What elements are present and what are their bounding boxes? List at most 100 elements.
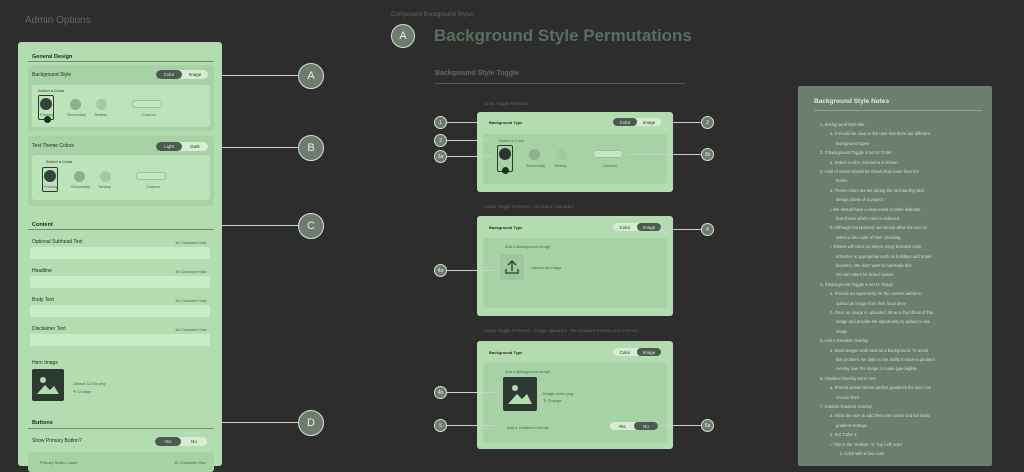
image-no-upload-card: Background Type Color Image Add a Backgr…: [477, 216, 673, 316]
bg-type-toggle[interactable]: Color Image: [613, 223, 661, 231]
text-theme-light-option[interactable]: Light: [156, 142, 182, 151]
change-link[interactable]: ✎ Change: [543, 398, 561, 403]
connector-line: [447, 392, 497, 393]
connector-line: [447, 140, 487, 141]
image-icon: [508, 385, 532, 404]
callout-3: 3: [434, 134, 447, 147]
color-option[interactable]: Color: [613, 118, 637, 126]
note-line: a. It should be clear to the user that t…: [830, 131, 930, 137]
select-color-label: Select a Color: [38, 88, 65, 93]
card-title: Background Type: [489, 225, 523, 230]
change-label: Change: [77, 389, 92, 394]
primary-swatch[interactable]: [44, 170, 56, 182]
marker-d: D: [298, 410, 324, 436]
yes-option[interactable]: Yes: [610, 422, 634, 430]
tertiary-swatch[interactable]: [100, 171, 111, 182]
note-line: image and provide the opportunity to upl…: [836, 319, 931, 325]
yes-option[interactable]: Yes: [155, 437, 181, 446]
secondary-swatch[interactable]: [529, 149, 540, 160]
image-option[interactable]: Image: [637, 348, 661, 356]
page-title: Background Style Permutations: [434, 26, 692, 45]
divider: [814, 110, 982, 111]
divider: [435, 83, 685, 84]
tertiary-swatch[interactable]: [556, 149, 567, 160]
note-line: 4. If Background Toggle is set to 'Image…: [820, 281, 894, 287]
bg-style-toggle[interactable]: Color Image: [156, 70, 208, 79]
connector-line: [447, 425, 497, 426]
no-option[interactable]: No: [181, 437, 207, 446]
char-count: 16 Character Max: [175, 298, 207, 303]
image-option[interactable]: Image: [637, 118, 661, 126]
image-option[interactable]: Image: [637, 223, 661, 231]
note-line: that shows which color is selected: [836, 216, 900, 221]
note-line: a. These colors are set during the on bo…: [830, 187, 924, 193]
char-count: 16 Character Max: [175, 240, 207, 245]
primary-button-card: Primary Button Label 16 Character Max: [28, 452, 214, 472]
select-color-label: Select a Color: [46, 159, 73, 164]
bg-style-image-option[interactable]: Image: [182, 70, 208, 79]
image-thumbnail[interactable]: [503, 377, 537, 411]
note-line: 7. Custom Gradient Overlay: [820, 404, 872, 409]
text-theme-toggle[interactable]: Light Dark: [156, 142, 208, 151]
custom-hex-input[interactable]: [136, 172, 166, 180]
add-bg-label: Add a Background Image: [505, 244, 551, 249]
add-gradient-label: Add a Gradient Overlay: [507, 425, 549, 430]
primary-button-label: Primary Button Label: [40, 460, 78, 465]
body-text-input[interactable]: [30, 305, 210, 317]
headline-input[interactable]: [30, 276, 210, 288]
no-option[interactable]: No: [634, 422, 658, 430]
card-title: Background Type: [489, 120, 523, 125]
secondary-swatch[interactable]: [70, 99, 81, 110]
text-theme-dark-option[interactable]: Dark: [182, 142, 208, 151]
color-picker: Select a Color Primary Secondary Tertiar…: [32, 85, 210, 127]
note-line: gradient settings: [836, 422, 867, 428]
section-badge: A: [391, 24, 415, 48]
connector-line: [447, 156, 493, 157]
section-heading: Background Style Toggle: [435, 70, 519, 77]
upload-area: Add a Background Image Upload an Image: [483, 238, 667, 308]
hero-image-thumbnail[interactable]: [32, 369, 64, 401]
tertiary-swatch[interactable]: [96, 99, 107, 110]
secondary-swatch[interactable]: [74, 171, 85, 182]
primary-swatch[interactable]: [40, 98, 52, 110]
swatch-label: Tertiary: [94, 112, 108, 117]
note-line: choose from: [836, 394, 860, 400]
custom-label: Custom: [603, 163, 617, 168]
note-line: design phase of a project: [836, 197, 883, 203]
primary-swatch[interactable]: [499, 148, 511, 160]
connector-line: [214, 75, 298, 76]
gradient-toggle[interactable]: Yes No: [610, 422, 658, 430]
note-line: image: [836, 328, 848, 334]
hero-image-filename: Default 1234x.png: [73, 381, 106, 386]
connector-line: [214, 147, 298, 148]
swatch-label: Primary: [44, 184, 58, 189]
connector-line: [662, 122, 701, 123]
bg-style-color-option[interactable]: Color: [156, 70, 182, 79]
custom-hex-input[interactable]: [593, 150, 623, 158]
select-color-label: Select a Color: [499, 138, 525, 143]
swatch-label: Tertiary: [554, 163, 568, 168]
connector-line: [447, 122, 487, 123]
connector-line: [214, 225, 298, 226]
show-primary-toggle[interactable]: Yes No: [155, 437, 207, 446]
image-preview-area: Add a Background Image Image-name.png ✎ …: [483, 363, 667, 443]
hero-image-label: Hero Image: [32, 360, 59, 366]
note-line: 5. Add a Gradient Overlay: [820, 338, 869, 344]
marker-b: B: [298, 135, 324, 161]
disclaimer-input[interactable]: [30, 334, 210, 346]
color-option[interactable]: Color: [613, 223, 637, 231]
char-count: 16 Character Max: [175, 269, 207, 274]
admin-title: Admin Options: [25, 15, 91, 26]
notes-panel: Background Style Notes 1. Background sty…: [798, 86, 992, 466]
change-link[interactable]: ✎ Change: [73, 389, 91, 394]
bg-type-toggle[interactable]: Color Image: [613, 348, 661, 356]
char-count: 16 Character Max: [174, 460, 206, 465]
callout-4: 4: [701, 223, 714, 236]
upload-button[interactable]: [500, 254, 524, 280]
note-line: a. Select a color. Submenu is shown: [830, 159, 898, 165]
custom-hex-input[interactable]: [132, 100, 162, 108]
color-option[interactable]: Color: [613, 348, 637, 356]
subhead-input[interactable]: [30, 247, 210, 259]
bg-type-toggle[interactable]: Color Image: [613, 118, 661, 126]
callout-5: 5: [434, 419, 447, 432]
